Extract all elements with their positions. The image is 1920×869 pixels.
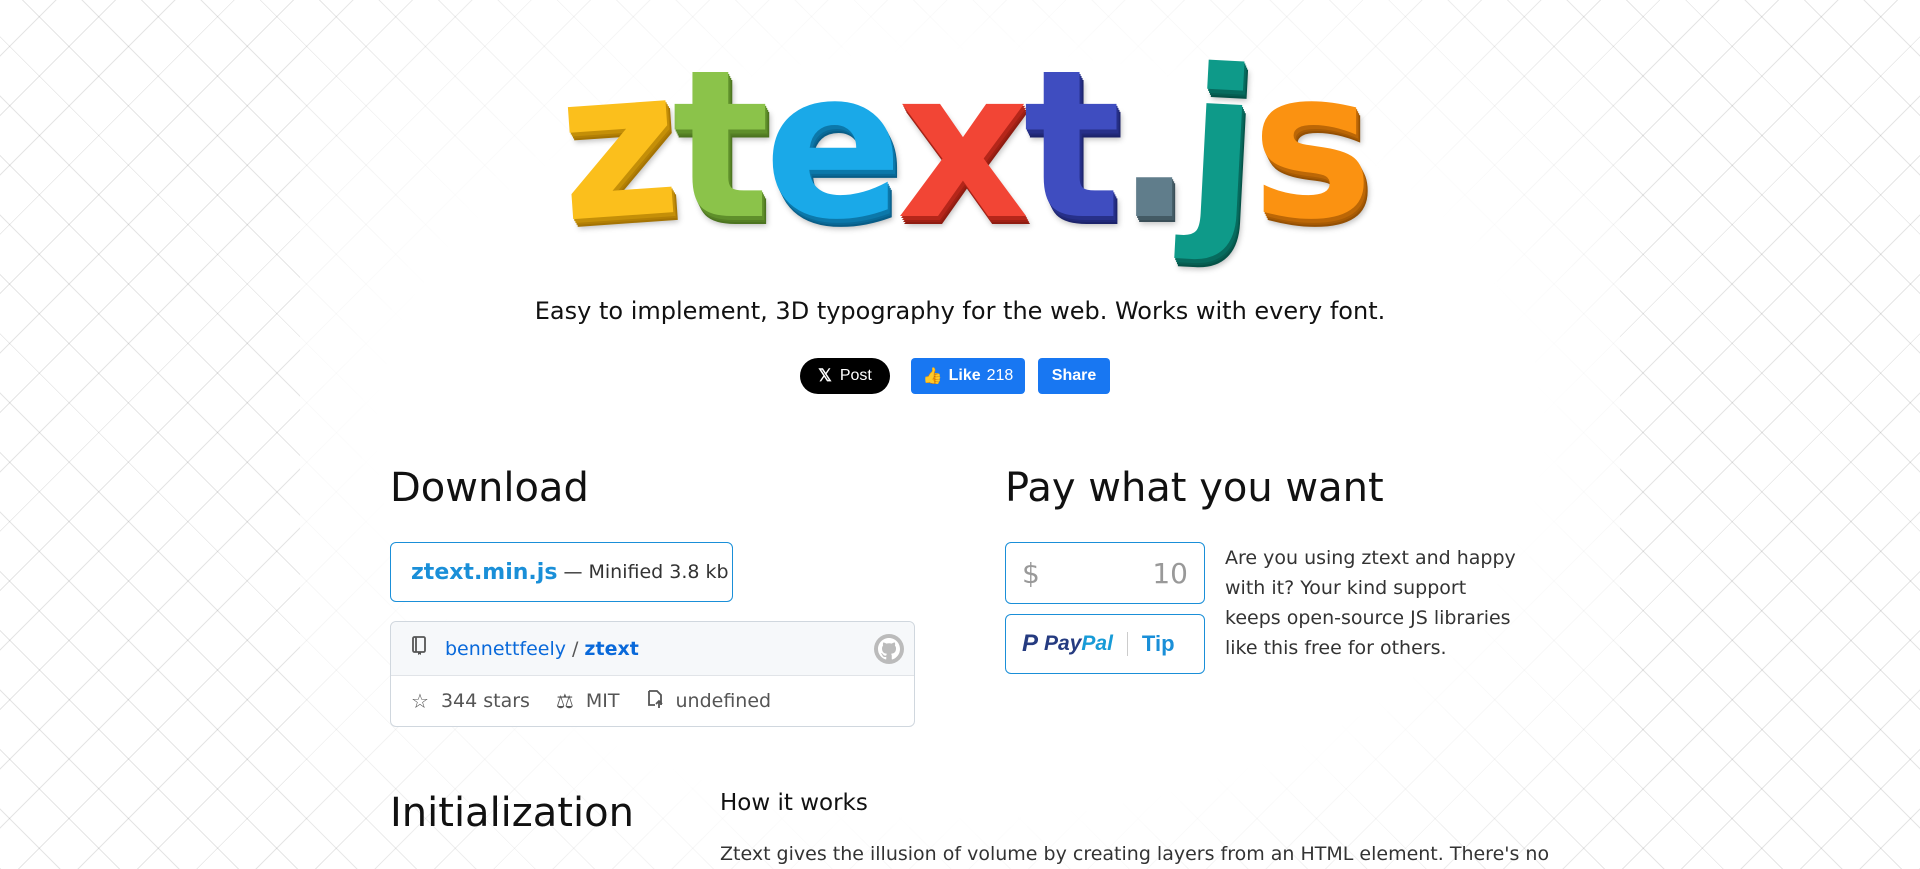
file-upload-icon <box>646 689 664 714</box>
download-file-name: ztext.min.js <box>411 559 558 585</box>
github-repo-header: bennettfeely / ztext <box>391 622 914 676</box>
facebook-like-button[interactable]: 👍 Like 218 <box>911 358 1025 394</box>
ztext-logo: ztext.js <box>548 23 1378 286</box>
paypal-word-pay: Pay <box>1044 632 1082 655</box>
logo-letter-s: s <box>1251 27 1373 265</box>
tagline: Easy to implement, 3D typography for the… <box>534 297 1386 325</box>
logo-letter-x: x <box>896 27 1029 265</box>
license-stat[interactable]: ⚖ MIT <box>556 689 620 713</box>
paypal-logo-icon: P <box>1022 630 1039 657</box>
x-post-label: Post <box>839 367 872 384</box>
page: ztext.js Easy to implement, 3D typograph… <box>0 0 1920 869</box>
logo-letter-e: e <box>763 27 903 265</box>
pay-heading: Pay what you want <box>1005 465 1384 511</box>
tip-label: Tip <box>1141 631 1175 656</box>
star-icon: ☆ <box>411 689 429 713</box>
like-count: 218 <box>986 367 1014 384</box>
scale-icon: ⚖ <box>555 689 574 713</box>
tip-amount-input[interactable]: $ 10 <box>1005 542 1205 604</box>
license-name: MIT <box>585 690 620 712</box>
stars-stat[interactable]: ☆ 344 stars <box>411 689 530 713</box>
stars-count: 344 stars <box>440 690 530 712</box>
logo-letter-t2: t <box>1023 27 1121 265</box>
logo-letter-t: t <box>671 27 770 265</box>
facebook-share-button[interactable]: Share <box>1038 358 1110 394</box>
extra-stat[interactable]: undefined <box>646 689 772 714</box>
x-post-button[interactable]: 𝕏 Post <box>800 358 890 394</box>
thumbs-up-icon: 👍 <box>922 368 943 385</box>
how-it-works-heading: How it works <box>720 790 868 816</box>
paypal-tip-button[interactable]: P PayPal Tip <box>1005 614 1205 674</box>
github-repo-card: bennettfeely / ztext ☆ 344 stars ⚖ MIT und… <box>390 621 915 727</box>
repo-path: bennettfeely / ztext <box>445 638 639 660</box>
repo-separator: / <box>572 637 579 660</box>
download-heading: Download <box>390 465 589 511</box>
github-icon[interactable] <box>874 634 904 664</box>
initialization-heading: Initialization <box>390 790 634 836</box>
how-it-works-text: Ztext gives the illusion of volume by cr… <box>720 843 1550 865</box>
extra-value: undefined <box>675 690 772 712</box>
like-label: Like <box>948 367 981 384</box>
repo-owner-link[interactable]: bennettfeely <box>445 638 566 660</box>
pay-description: Are you using ztext and happy with it? Y… <box>1225 547 1516 659</box>
download-button[interactable]: ztext.min.js — Minified 3.8 kb <box>390 542 733 602</box>
paypal-wordmark: PayPal <box>1044 632 1113 656</box>
logo-letter-dot: . <box>1115 27 1193 265</box>
paypal-word-pal: Pal <box>1081 632 1113 655</box>
repo-name-link[interactable]: ztext <box>584 638 638 660</box>
github-repo-stats: ☆ 344 stars ⚖ MIT undefined <box>391 676 914 726</box>
download-file-desc: — Minified 3.8 kb <box>563 561 729 583</box>
x-logo-icon: 𝕏 <box>818 366 832 385</box>
currency-symbol: $ <box>1022 556 1040 590</box>
tip-amount-value: 10 <box>1152 556 1188 590</box>
paypal-divider <box>1126 632 1128 656</box>
logo-letter-j: j <box>1180 25 1258 267</box>
repo-icon <box>411 636 427 661</box>
logo-letter-z: z <box>550 23 681 269</box>
